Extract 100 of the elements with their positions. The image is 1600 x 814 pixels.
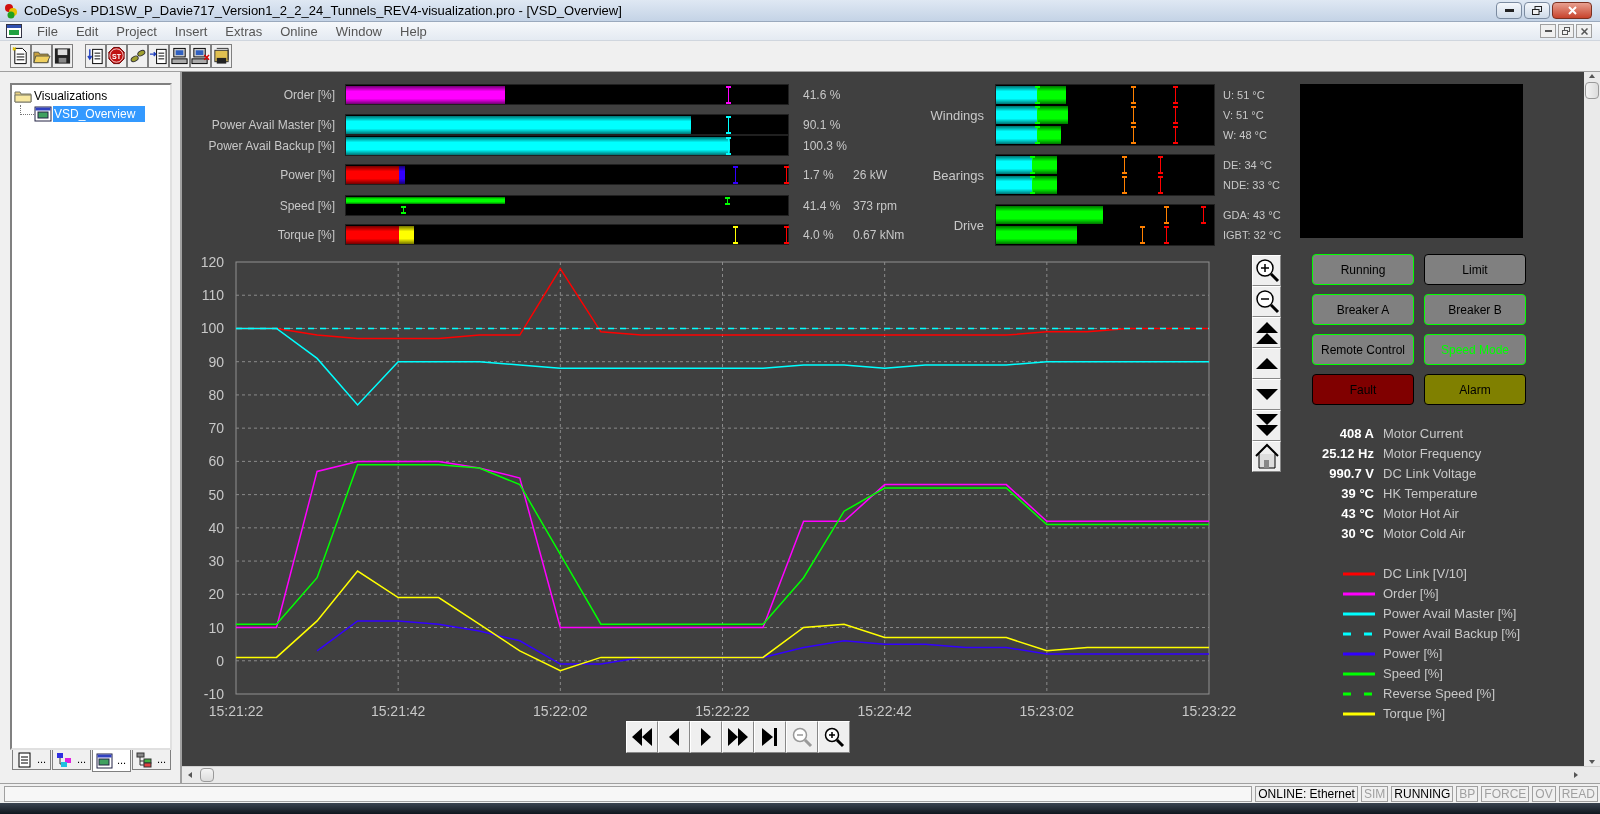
bar-label: Order [%] bbox=[282, 87, 335, 104]
y-tick-label: 30 bbox=[208, 553, 224, 570]
scrollbar-thumb[interactable] bbox=[1585, 82, 1599, 99]
y-tick-label: -10 bbox=[203, 686, 224, 702]
toolbar-button[interactable] bbox=[169, 44, 190, 68]
status-indicator: RUNNING bbox=[1391, 785, 1454, 802]
group-label: Bearings bbox=[931, 166, 984, 185]
toolbar-button[interactable] bbox=[85, 44, 106, 68]
restore-button[interactable] bbox=[1558, 24, 1574, 38]
pane-tab[interactable]: ... bbox=[132, 750, 171, 770]
chart-nav-button[interactable] bbox=[1252, 255, 1281, 286]
legend-label: Power Avail Master [%] bbox=[1383, 605, 1517, 624]
new-document-icon bbox=[11, 46, 30, 66]
toolbar-button[interactable] bbox=[148, 44, 169, 68]
y-tick-label: 40 bbox=[208, 519, 224, 536]
chart-nav-button[interactable] bbox=[1252, 441, 1281, 472]
status-indicator: FORCE bbox=[1481, 785, 1530, 802]
computer-cross-icon bbox=[191, 46, 210, 66]
menu-item[interactable]: Extras bbox=[216, 22, 272, 40]
pane-tab[interactable]: ... bbox=[92, 750, 131, 772]
x-tick-label: 15:22:02 bbox=[533, 703, 588, 719]
toolbar-button[interactable] bbox=[190, 44, 211, 68]
status-button[interactable]: Alarm bbox=[1424, 374, 1526, 405]
status-button[interactable]: Remote Control bbox=[1312, 334, 1414, 365]
document-icon bbox=[16, 751, 33, 768]
toolbar-button[interactable] bbox=[52, 44, 73, 68]
toolbar-button[interactable] bbox=[10, 44, 31, 68]
reading-label: HK Temperature bbox=[1383, 485, 1478, 504]
pane-tab[interactable]: ... bbox=[52, 750, 91, 770]
y-tick-label: 70 bbox=[208, 420, 224, 437]
reading-value: 43 °C bbox=[1340, 505, 1374, 524]
zoom-in-icon bbox=[1253, 257, 1280, 284]
status-button[interactable]: Limit bbox=[1424, 254, 1526, 285]
y-tick-label: 100 bbox=[200, 320, 224, 337]
chart-nav-button[interactable] bbox=[1252, 379, 1281, 410]
horizontal-scrollbar[interactable] bbox=[182, 766, 1600, 783]
status-indicator: ONLINE: Ethernet bbox=[1255, 785, 1358, 802]
bar-label: Torque [%] bbox=[276, 227, 335, 244]
chart-nav-button[interactable] bbox=[1252, 317, 1281, 348]
zoom-in-icon bbox=[822, 725, 846, 749]
status-button[interactable]: Running bbox=[1312, 254, 1414, 285]
x-tick-label: 15:21:22 bbox=[208, 703, 264, 719]
vertical-scrollbar[interactable] bbox=[1584, 72, 1600, 766]
scrollbar-thumb[interactable] bbox=[200, 768, 214, 782]
menu-item[interactable]: Help bbox=[391, 22, 436, 40]
x-tick-label: 15:23:02 bbox=[1019, 703, 1075, 719]
y-tick-label: 50 bbox=[208, 486, 224, 503]
chart-nav-button[interactable] bbox=[1252, 410, 1281, 441]
status-indicator: OV bbox=[1532, 785, 1556, 802]
legend-label: Speed [%] bbox=[1383, 665, 1443, 684]
scroll-right-icon[interactable] bbox=[1572, 771, 1580, 779]
reading-value: 39 °C bbox=[1340, 485, 1374, 504]
close-button[interactable] bbox=[1576, 24, 1592, 38]
chart-nav-button[interactable] bbox=[754, 721, 786, 753]
bar-label: Speed [%] bbox=[278, 198, 335, 215]
chart-nav-button[interactable] bbox=[1252, 286, 1281, 317]
chart-nav-button[interactable] bbox=[818, 721, 850, 753]
menu-item[interactable]: Window bbox=[326, 22, 391, 40]
close-icon bbox=[1580, 27, 1588, 35]
status-button[interactable]: Breaker B bbox=[1424, 294, 1526, 325]
minimize-icon bbox=[1544, 30, 1552, 32]
y-tick-label: 10 bbox=[208, 619, 224, 636]
window-title: CoDeSys - PD1SW_P_Davie717_Version1_2_2_24_Tunnels_REV4-visualization.pro - [VSD_Overview] bbox=[24, 1, 622, 20]
x-tick-label: 15:23:22 bbox=[1181, 703, 1237, 719]
chart-nav-button[interactable] bbox=[722, 721, 754, 753]
menu-item[interactable]: Project bbox=[107, 22, 166, 40]
close-icon bbox=[1567, 6, 1577, 15]
screen-icon bbox=[34, 106, 52, 122]
chart-nav-button[interactable] bbox=[626, 721, 658, 753]
y-tick-label: 120 bbox=[200, 254, 224, 270]
restore-icon bbox=[1532, 6, 1542, 15]
scroll-left-icon[interactable] bbox=[186, 771, 194, 779]
status-button[interactable]: Breaker A bbox=[1312, 294, 1414, 325]
folder-icon bbox=[14, 89, 32, 103]
minimize-button[interactable] bbox=[1496, 2, 1522, 19]
menu-item[interactable]: File bbox=[28, 22, 67, 40]
menu-item[interactable]: Edit bbox=[66, 22, 108, 40]
status-indicator: SIM bbox=[1360, 785, 1389, 802]
window-icon[interactable] bbox=[6, 24, 22, 38]
menu-item[interactable]: Online bbox=[271, 22, 327, 40]
app-icon bbox=[4, 2, 20, 19]
temperature-reading: DE: 34 °C bbox=[1223, 158, 1273, 173]
toolbar-button[interactable] bbox=[211, 44, 232, 68]
bar-reading: 26 kW bbox=[853, 167, 887, 184]
minimize-button[interactable] bbox=[1540, 24, 1556, 38]
reading-label: Motor Cold Air bbox=[1383, 525, 1466, 544]
toolbar-button[interactable] bbox=[127, 44, 148, 68]
fast-forward-icon bbox=[726, 725, 750, 749]
legend-label: DC Link [V/10] bbox=[1383, 565, 1467, 584]
stop-sign-icon bbox=[107, 46, 126, 66]
maximize-button[interactable] bbox=[1524, 2, 1550, 19]
tree-diagram-icon bbox=[136, 751, 153, 768]
tree-item[interactable]: Visualizations bbox=[33, 88, 109, 104]
menu-item[interactable]: Insert bbox=[165, 22, 217, 40]
temperature-reading: NDE: 33 °C bbox=[1223, 178, 1280, 193]
chart-nav-button[interactable] bbox=[690, 721, 722, 753]
chart-nav-button[interactable] bbox=[1252, 348, 1281, 379]
chart-nav-button[interactable] bbox=[658, 721, 690, 753]
pane-tab[interactable]: ... bbox=[12, 750, 51, 770]
close-button[interactable] bbox=[1552, 2, 1592, 19]
